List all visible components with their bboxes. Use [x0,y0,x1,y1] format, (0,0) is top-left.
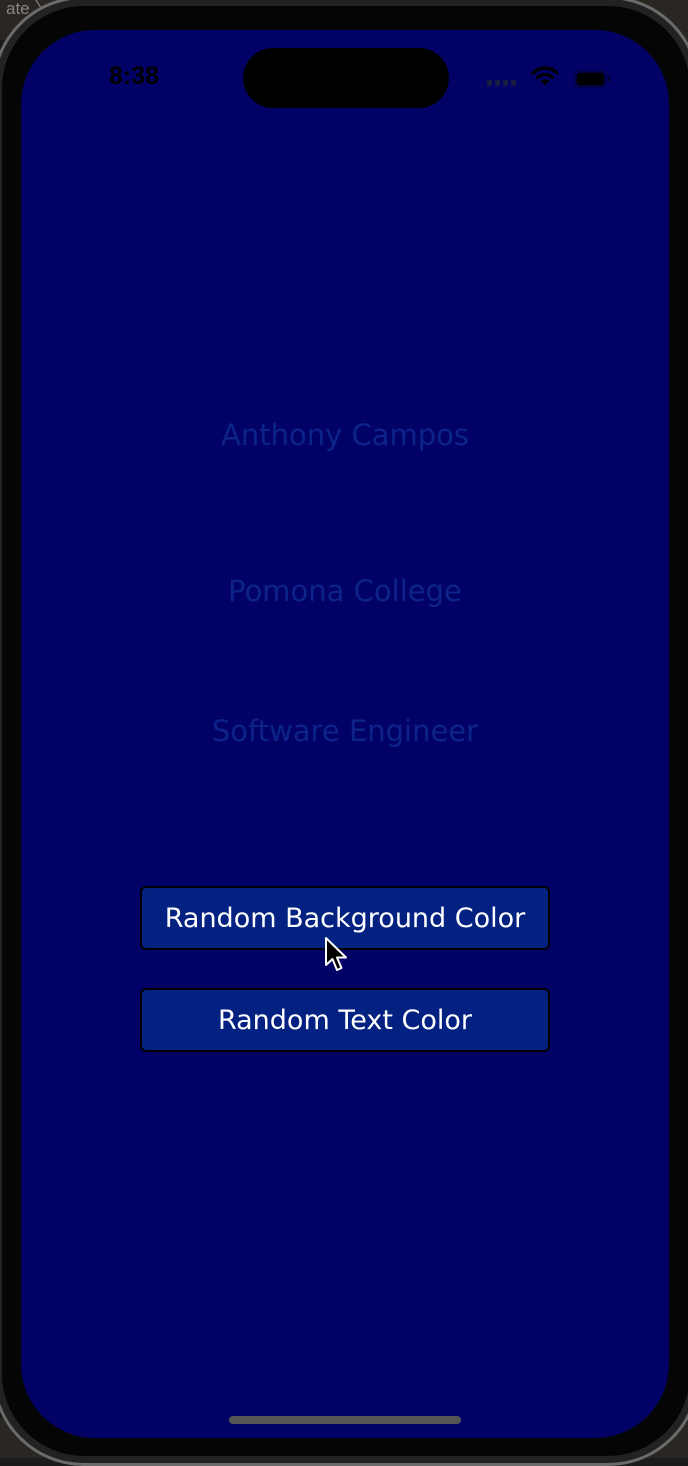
wifi-icon [531,66,559,85]
battery-icon [574,70,611,88]
mouse-pointer-icon [325,937,347,971]
college-label: Pomona College [228,574,462,608]
home-indicator[interactable] [229,1416,461,1424]
dynamic-island [243,48,449,108]
status-time: 8:38 [109,62,160,90]
phone-screen: 8:38 Anthony Campos Pomona College Softw… [21,30,669,1438]
role-label: Software Engineer [211,714,479,748]
cellular-signal-icon [487,80,516,86]
random-text-color-button[interactable]: Random Text Color [140,988,550,1052]
name-label: Anthony Campos [220,418,469,452]
